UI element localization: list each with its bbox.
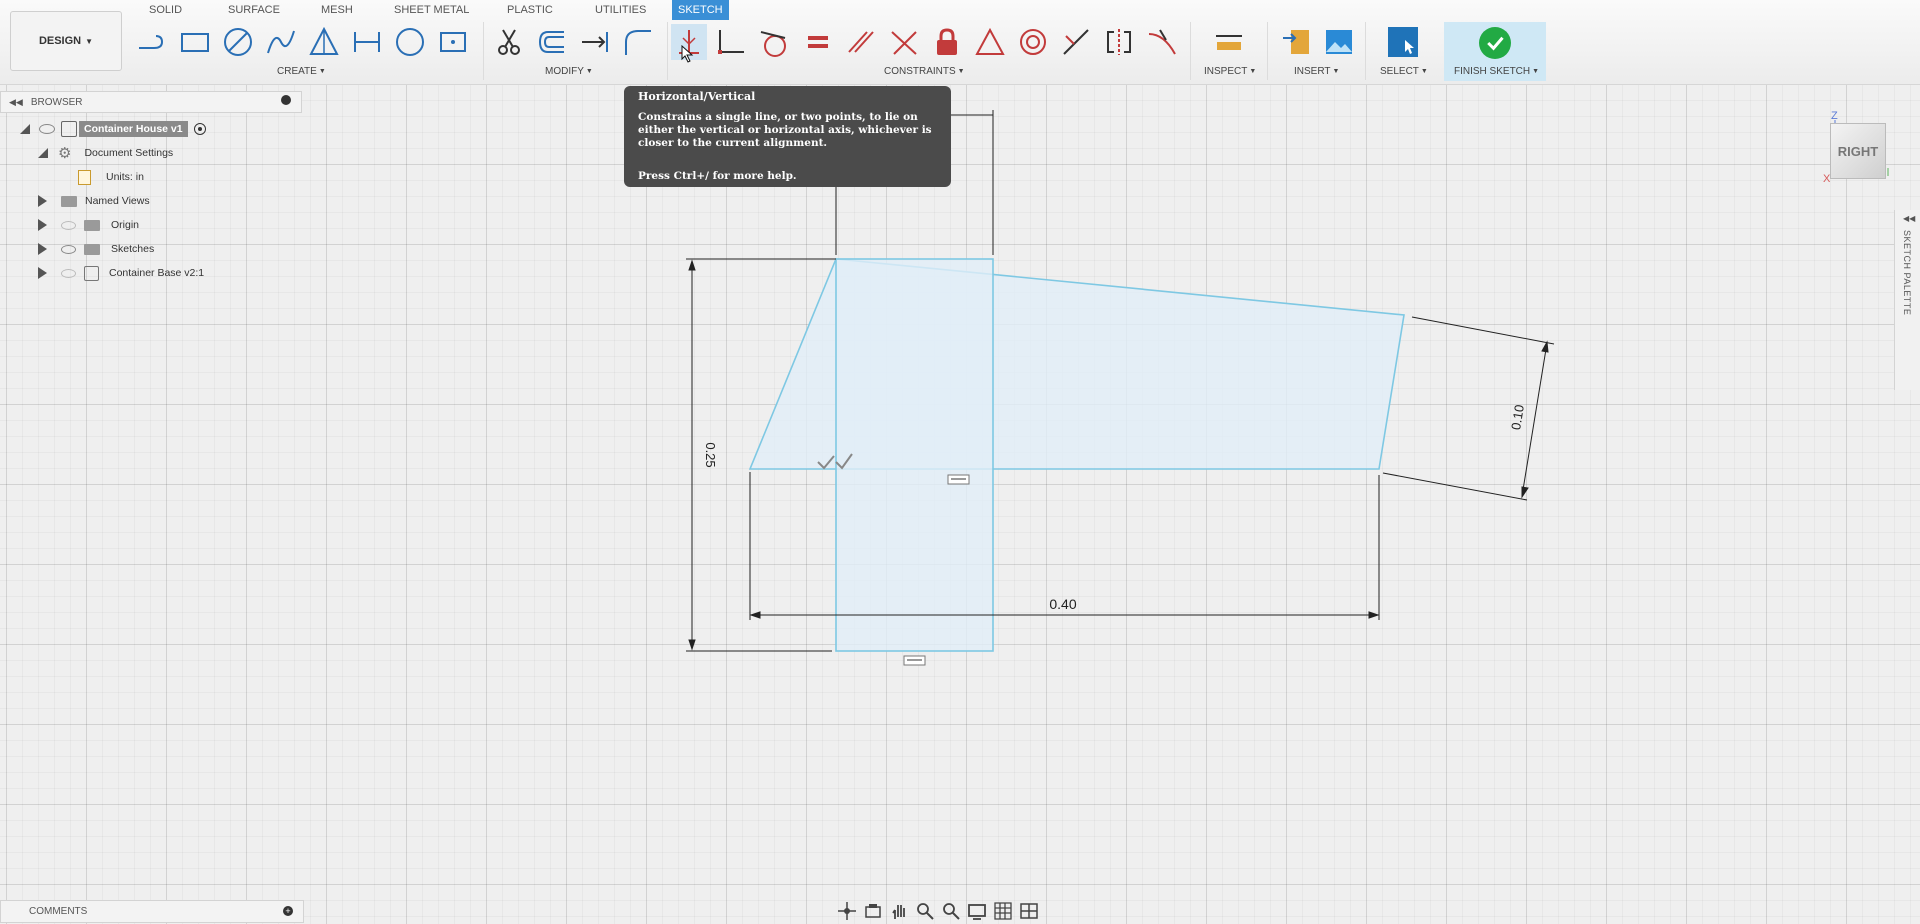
tooltip-help: Press Ctrl+/ for more help. xyxy=(638,170,797,182)
sketch-palette-tab[interactable]: ◀◀ SKETCH PALETTE xyxy=(1894,210,1920,390)
expand-palette-icon[interactable]: ◀◀ xyxy=(1903,214,1915,223)
add-comment-icon[interactable]: + xyxy=(283,906,293,916)
viewports-icon[interactable] xyxy=(1018,900,1040,922)
horizontal-constraint-icon[interactable] xyxy=(903,655,926,666)
dimension-aligned[interactable] xyxy=(1382,316,1555,501)
view-cube-face-label: RIGHT xyxy=(1837,143,1879,159)
sketch-profile-rect[interactable] xyxy=(835,258,994,652)
horizontal-constraint-icon[interactable] xyxy=(947,474,970,485)
tooltip-title: Horizontal/Vertical xyxy=(638,90,756,103)
dimension-value-angled[interactable]: 0.10 xyxy=(1508,404,1527,431)
display-settings-icon[interactable] xyxy=(966,900,988,922)
view-cube[interactable]: RIGHT xyxy=(1830,123,1886,179)
dimension-value-vertical[interactable]: 0.25 xyxy=(703,442,718,467)
pan-hand-icon[interactable] xyxy=(888,900,910,922)
dimension-value-horizontal[interactable]: 0.40 xyxy=(1049,596,1076,612)
comments-panel[interactable]: COMMENTS + xyxy=(0,900,304,923)
sketch-canvas[interactable]: 0.25 0.10 0.40 Z X xyxy=(0,0,1920,924)
zoom-icon[interactable] xyxy=(914,900,936,922)
grid-settings-icon[interactable] xyxy=(992,900,1014,922)
sketch-palette-label: SKETCH PALETTE xyxy=(1902,230,1912,316)
zoom-window-icon[interactable] xyxy=(940,900,962,922)
tooltip-horizontal-vertical: Horizontal/Vertical Constrains a single … xyxy=(624,86,951,187)
look-at-icon[interactable] xyxy=(862,900,884,922)
comments-title: COMMENTS xyxy=(29,906,88,917)
tooltip-body: Constrains a single line, or two points,… xyxy=(638,111,932,149)
navigation-toolbar xyxy=(836,898,1082,924)
orbit-icon[interactable] xyxy=(836,900,858,922)
mouse-cursor-icon xyxy=(681,44,695,68)
